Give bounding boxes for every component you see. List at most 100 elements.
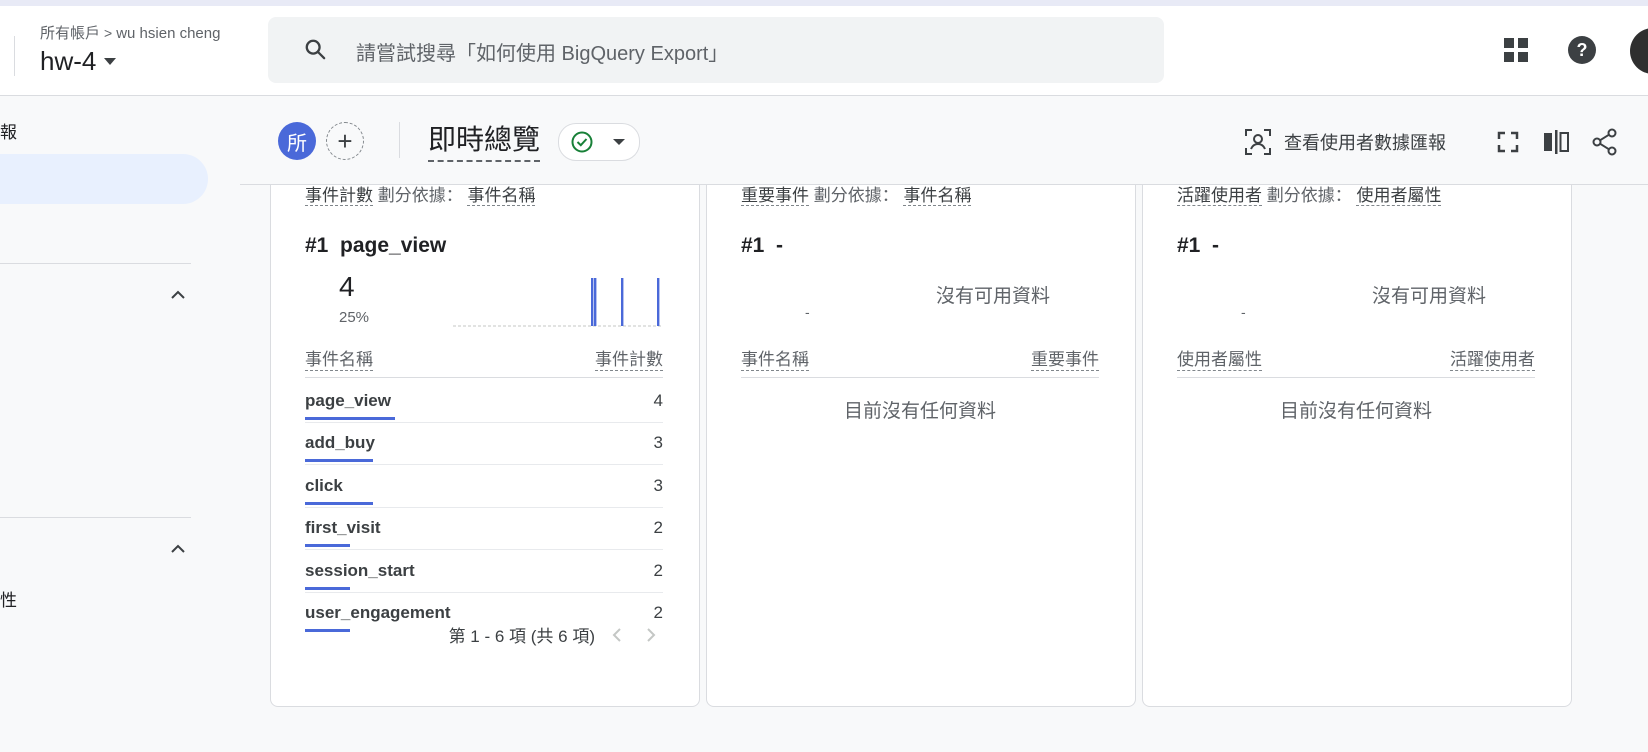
pager-range: 第 1 - 6 項 (共 6 項) <box>448 627 595 646</box>
rank-prefix: #1 <box>1177 234 1201 257</box>
rank-name: - <box>776 234 784 257</box>
top-item-title: #1 - <box>741 234 783 258</box>
breadcrumb-account[interactable]: wu hsien cheng <box>116 25 220 42</box>
event-name: page_view <box>305 391 391 410</box>
nav-divider <box>0 263 191 264</box>
metric-label[interactable]: 重要事件 <box>741 186 809 206</box>
toolbar-divider <box>399 122 400 158</box>
search-icon <box>305 39 326 60</box>
dimension-label[interactable]: 事件名稱 <box>903 186 972 206</box>
help-icon[interactable]: ? <box>1566 34 1598 66</box>
left-nav: 報 性 <box>0 96 240 752</box>
event-count: 4 <box>653 391 663 410</box>
compare-columns-icon[interactable] <box>1542 126 1570 158</box>
no-data-label: 沒有可用資料 <box>936 286 1051 307</box>
column-header-left[interactable]: 使用者屬性 <box>1177 345 1262 371</box>
top-value-empty: - <box>1241 304 1246 320</box>
top-item-title: #1 page_view <box>305 234 446 258</box>
split-label: 劃分依據： <box>377 186 463 205</box>
event-count: 2 <box>653 518 663 538</box>
next-page-icon[interactable] <box>639 623 663 647</box>
sparkline-bar <box>621 278 624 326</box>
minute-sparkline[interactable] <box>453 274 663 330</box>
sparkline-bar <box>657 278 660 326</box>
fullscreen-icon[interactable] <box>1496 126 1520 158</box>
top-item-title: #1 - <box>1177 234 1219 258</box>
breadcrumb-root[interactable]: 所有帳戶 <box>40 25 100 42</box>
pagination: 第 1 - 6 項 (共 6 項) <box>449 622 663 647</box>
share-icon[interactable] <box>1592 126 1618 158</box>
share-bar <box>305 544 350 548</box>
dimension-label[interactable]: 事件名稱 <box>467 186 536 206</box>
segment-badge[interactable]: 所 <box>278 122 316 160</box>
dropdown-caret-icon <box>613 139 625 145</box>
search-bar[interactable]: 請嘗試搜尋「如何使用 BigQuery Export」 <box>268 17 1164 83</box>
event-count: 2 <box>653 603 663 622</box>
user-snapshot-button[interactable]: 查看使用者數據匯報 <box>1244 126 1446 158</box>
event-name: session_start <box>305 560 415 580</box>
event-count: 3 <box>653 433 663 453</box>
share-bar <box>305 586 350 590</box>
table-row[interactable]: click 3 <box>305 466 663 508</box>
column-header-right[interactable]: 事件計數 <box>595 345 663 371</box>
breadcrumb[interactable]: 所有帳戶 > wu hsien cheng <box>40 22 220 43</box>
key-events-card: 重要事件 劃分依據： 事件名稱 #1 - - 沒有可用資料 事件名稱 重要事件 … <box>706 160 1136 707</box>
add-comparison-button[interactable]: + <box>326 122 364 160</box>
dimension-label[interactable]: 使用者屬性 <box>1356 186 1442 206</box>
no-data-label: 沒有可用資料 <box>1372 286 1487 307</box>
event-name: first_visit <box>305 518 381 538</box>
rank-name: - <box>1212 234 1220 257</box>
prev-page-icon[interactable] <box>605 623 629 647</box>
property-name: hw-4 <box>40 46 97 76</box>
rank-prefix: #1 <box>741 234 765 257</box>
column-header-left[interactable]: 事件名稱 <box>305 345 373 371</box>
caret-down-icon <box>104 58 117 65</box>
metric-label[interactable]: 事件計數 <box>305 186 373 206</box>
user-snapshot-icon <box>1245 129 1271 155</box>
account-avatar[interactable] <box>1630 28 1648 74</box>
event-name: add_buy <box>305 433 375 453</box>
table-row[interactable]: first_visit 2 <box>305 508 663 551</box>
nav-item-active[interactable] <box>0 154 208 204</box>
header-divider <box>14 36 15 76</box>
user-snapshot-label: 查看使用者數據匯報 <box>1284 133 1446 153</box>
column-header-right[interactable]: 重要事件 <box>1031 345 1099 371</box>
nav-item-reports-partial[interactable]: 報 <box>0 118 17 143</box>
event-count: 2 <box>653 560 663 580</box>
split-label: 劃分依據： <box>1266 186 1352 205</box>
svg-text:?: ? <box>1577 40 1588 60</box>
rank-name: page_view <box>340 234 447 257</box>
app-header: 所有帳戶 > wu hsien cheng hw-4 請嘗試搜尋「如何使用 BigQ… <box>0 6 1648 96</box>
table-header-rule <box>1177 377 1535 378</box>
report-toolbar: 所 + 即時總覽 查看使用者數據匯報 <box>240 96 1648 185</box>
event-name: user_engagement <box>305 603 451 622</box>
column-header-left[interactable]: 事件名稱 <box>741 345 809 371</box>
nav-divider <box>0 517 191 518</box>
data-quality-chip[interactable] <box>558 123 640 161</box>
table-header-rule <box>741 377 1099 378</box>
property-selector[interactable]: hw-4 <box>40 46 117 77</box>
apps-grid-icon[interactable] <box>1500 34 1532 66</box>
chevron-up-icon[interactable] <box>170 290 186 300</box>
top-percent: 25% <box>339 309 370 326</box>
share-bar <box>305 501 373 505</box>
nav-item-attributes-partial[interactable]: 性 <box>0 586 17 611</box>
column-header-right[interactable]: 活躍使用者 <box>1450 345 1535 371</box>
page-title: 即時總覽 <box>428 118 541 162</box>
top-value: 4 <box>339 271 355 302</box>
sparkline-bar <box>591 278 594 326</box>
table-row[interactable]: session_start 2 <box>305 551 663 593</box>
table-header-rule <box>305 377 663 378</box>
plus-icon: + <box>337 125 353 156</box>
event-count-card: 事件計數 劃分依據： 事件名稱 #1 page_view 4 25% 事件名稱 … <box>270 160 700 707</box>
event-count: 3 <box>653 475 663 495</box>
search-input[interactable]: 請嘗試搜尋「如何使用 BigQuery Export」 <box>356 37 728 66</box>
table-row[interactable]: add_buy 3 <box>305 423 663 466</box>
chevron-up-icon[interactable] <box>170 544 186 554</box>
empty-table-message: 目前沒有任何資料 <box>843 401 996 422</box>
table-row[interactable]: page_view 4 <box>305 381 663 423</box>
active-users-card: 活躍使用者 劃分依據： 使用者屬性 #1 - - 沒有可用資料 使用者屬性 活躍… <box>1142 160 1572 707</box>
share-bar <box>305 417 395 420</box>
rank-prefix: #1 <box>305 234 329 257</box>
metric-label[interactable]: 活躍使用者 <box>1177 186 1262 206</box>
